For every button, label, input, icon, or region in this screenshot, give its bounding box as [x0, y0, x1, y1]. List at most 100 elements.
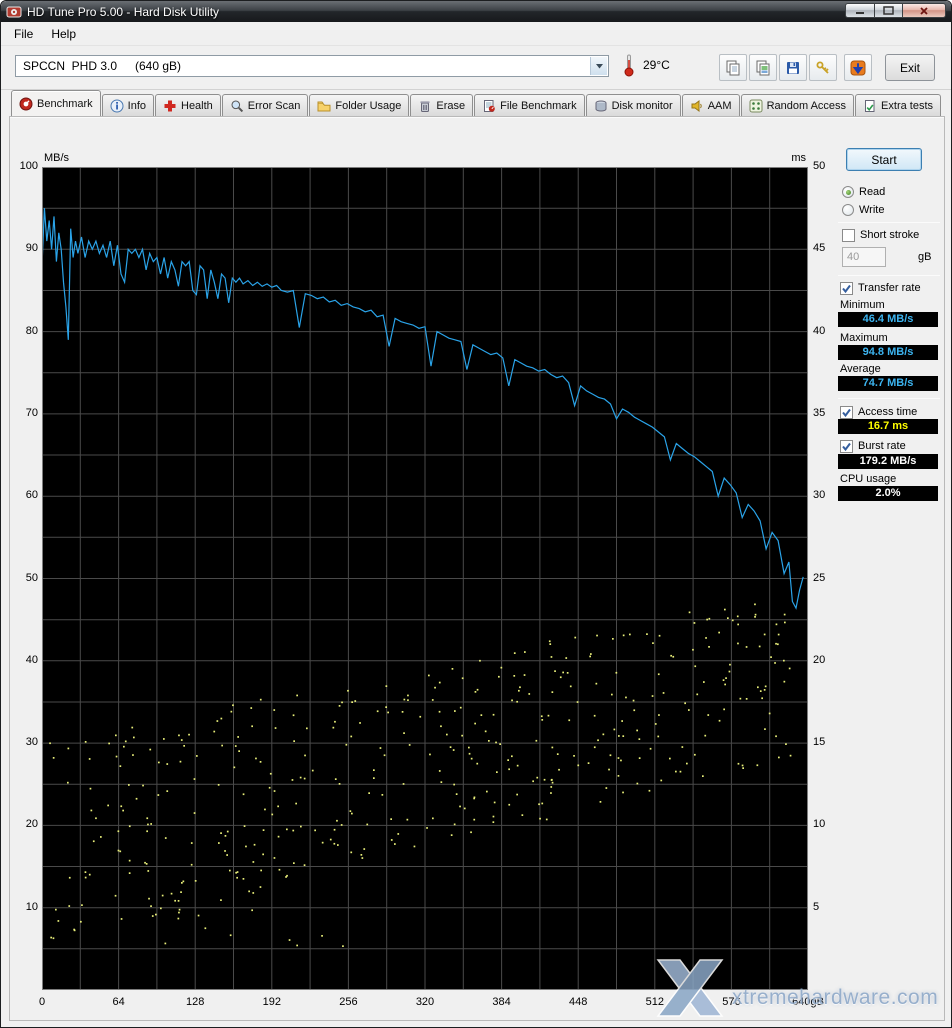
tab-disk-monitor[interactable]: Disk monitor [585, 94, 681, 116]
copy-text-button[interactable] [719, 54, 747, 81]
y-left-tick-label: 20 [25, 818, 38, 831]
save-screenshot-button[interactable] [779, 54, 807, 81]
aam-icon [690, 99, 704, 113]
x-tick-label: 192 [262, 996, 281, 1008]
tab-label: Extra tests [881, 99, 934, 112]
tab-label: File Benchmark [500, 99, 577, 112]
tab-label: Info [127, 99, 146, 112]
transfer-rate-label: Transfer rate [858, 282, 921, 294]
short-stroke-size-input[interactable] [842, 247, 886, 267]
y-left-tick-label: 40 [25, 653, 38, 666]
options-button[interactable] [809, 54, 837, 81]
tab-label: Erase [436, 99, 466, 112]
y-left-tick-label: 30 [25, 736, 38, 749]
y-right-tick-label: 50 [813, 160, 826, 172]
y-left-tick-label: 10 [25, 900, 38, 913]
copy-image-button[interactable] [749, 54, 777, 81]
tab-error-scan[interactable]: Error Scan [221, 94, 309, 116]
drive-selector-dropdown[interactable]: SPCCN PHD 3.0 (640 gB) [15, 55, 609, 77]
access-time-label: Access time [858, 406, 918, 418]
minimum-label: Minimum [840, 299, 885, 311]
x-tick-label: 64 [112, 996, 125, 1008]
burst-rate-checkbox[interactable]: Burst rate [840, 439, 906, 453]
y-left-tick-label: 50 [25, 571, 38, 584]
export-button[interactable] [844, 54, 872, 81]
short-stroke-checkbox[interactable]: Short stroke [842, 228, 919, 242]
tab-bar: Benchmark Info Health Error Scan Folder Usag… [11, 90, 947, 116]
thermometer-icon [623, 53, 635, 77]
y-right-tick-label: 5 [813, 900, 820, 913]
tab-info[interactable]: Info [101, 94, 154, 116]
tab-folder-usage[interactable]: Folder Usage [309, 94, 410, 116]
close-button[interactable] [903, 3, 946, 18]
y-left-tick-label: 70 [25, 406, 38, 419]
transfer-rate-checkbox[interactable]: Transfer rate [840, 281, 921, 295]
drive-name: SPCCN PHD 3.0 [23, 59, 118, 73]
disk-monitor-icon [594, 99, 608, 113]
temperature-indicator: 29°C [623, 53, 670, 77]
benchmark-icon [19, 97, 33, 111]
y-left-tick-label: 100 [19, 160, 38, 172]
tab-erase[interactable]: Erase [410, 94, 474, 116]
write-label: Write [859, 204, 885, 216]
tab-label: Error Scan [247, 99, 301, 112]
x-tick-label: 320 [415, 996, 435, 1008]
dropdown-arrow-icon [590, 57, 607, 75]
y-right-tick-label: 25 [813, 571, 826, 584]
tab-aam[interactable]: AAM [681, 94, 740, 116]
save-icon [785, 60, 801, 76]
radio-selected-icon [842, 186, 854, 198]
cpu-usage-label: CPU usage [840, 473, 897, 485]
y-right-tick-label: 45 [813, 242, 826, 255]
short-stroke-unit: gB [918, 251, 932, 263]
app-icon [6, 4, 22, 20]
exit-button[interactable]: Exit [885, 54, 935, 81]
tab-extra-tests[interactable]: Extra tests [855, 94, 942, 116]
access-time-checkbox[interactable]: Access time [840, 405, 917, 419]
benchmark-plot [42, 167, 808, 990]
menu-file[interactable]: File [5, 24, 42, 44]
y-right-tick-label: 35 [813, 406, 826, 419]
radio-unselected-icon [842, 204, 854, 216]
checkbox-checked-icon [840, 405, 853, 419]
x-tick-label: 256 [339, 996, 358, 1008]
average-value-badge: 74.7 MB/s [838, 376, 938, 391]
chart-area: MB/s ms 100 90 80 70 60 50 40 30 20 10 50 45 40 35 30 2… [10, 117, 944, 1020]
checkbox-unchecked-icon [842, 228, 855, 242]
x-tick-label: 640gB [792, 996, 824, 1008]
read-radio[interactable]: Read [842, 185, 885, 199]
x-tick-label: 384 [492, 996, 511, 1008]
health-icon [163, 99, 177, 113]
tab-file-benchmark[interactable]: File Benchmark [474, 94, 585, 116]
menu-bar: File Help [1, 22, 951, 46]
separator [838, 222, 940, 223]
tab-label: Health [181, 99, 213, 112]
exit-label: Exit [899, 60, 920, 75]
menu-help[interactable]: Help [42, 24, 85, 44]
average-label: Average [840, 363, 881, 375]
maximize-button[interactable] [874, 3, 903, 18]
short-stroke-label: Short stroke [860, 229, 920, 241]
checkbox-checked-icon [840, 439, 853, 453]
y-right-tick-label: 15 [813, 736, 826, 749]
start-button[interactable]: Start [846, 148, 922, 171]
burst-rate-value-badge: 179.2 MB/s [838, 454, 938, 469]
error-scan-icon [230, 99, 244, 113]
y-right-tick-label: 40 [813, 324, 826, 337]
minimize-button[interactable] [845, 3, 874, 18]
tab-benchmark[interactable]: Benchmark [11, 90, 101, 116]
y-left-tick-label: 80 [25, 324, 38, 337]
x-tick-label: 0 [38, 996, 46, 1008]
separator [838, 275, 940, 276]
extra-tests-icon [863, 99, 877, 113]
tab-label: Random Access [766, 99, 847, 112]
tab-random-access[interactable]: Random Access [740, 94, 855, 116]
benchmark-page: MB/s ms 100 90 80 70 60 50 40 30 20 10 50 45 40 35 30 2… [9, 116, 945, 1021]
write-radio[interactable]: Write [842, 203, 884, 217]
y-left-tick-label: 60 [25, 489, 38, 502]
tab-label: AAM [707, 99, 732, 112]
x-tick-label: 128 [186, 996, 205, 1008]
copy-text-icon [725, 60, 741, 76]
tab-health[interactable]: Health [155, 94, 221, 116]
drive-size: (640 gB) [135, 59, 182, 73]
